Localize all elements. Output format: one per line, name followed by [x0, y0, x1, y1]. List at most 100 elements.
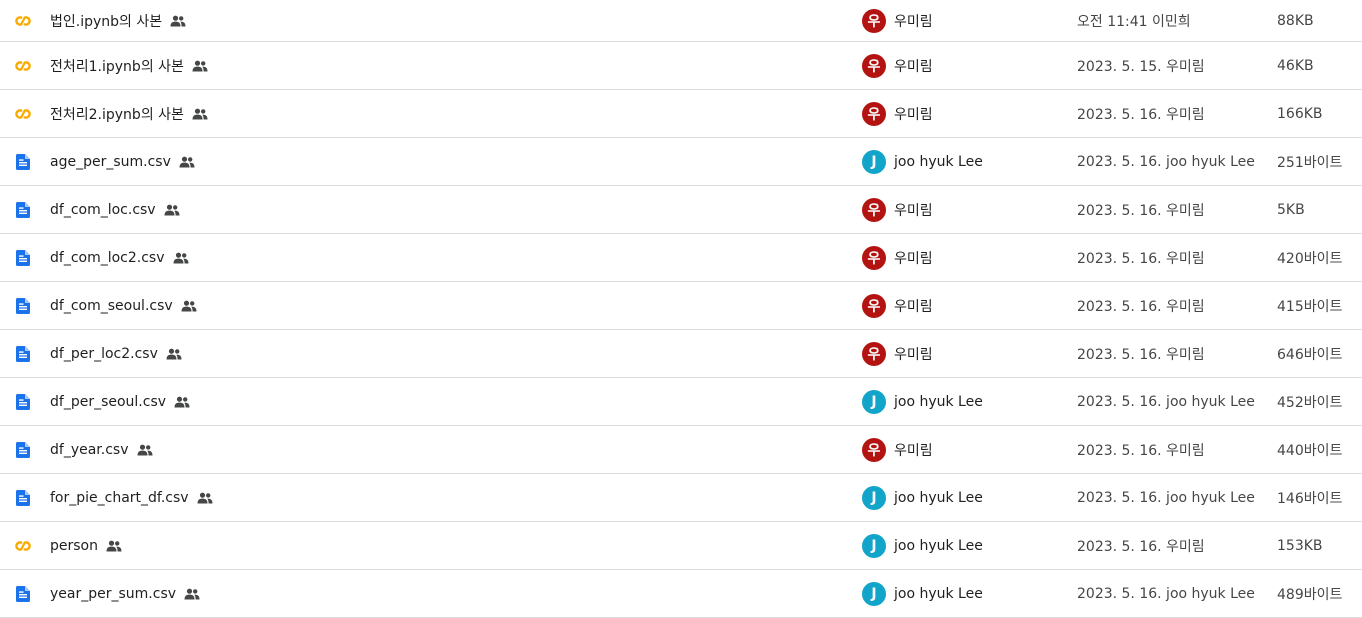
owner-cell: 우 우미림	[862, 53, 933, 78]
file-name[interactable]: 전처리1.ipynb의 사본	[50, 56, 184, 76]
file-row[interactable]: year_per_sum.csv J joo hyuk Lee 2023. 5.…	[0, 570, 1362, 618]
size-text: 153KB	[1277, 537, 1323, 554]
file-row[interactable]: 전처리1.ipynb의 사본 우 우미림 2023. 5. 15. 우미림 46…	[0, 42, 1362, 90]
last-modified: 2023. 5. 16. 우미림	[1077, 248, 1205, 268]
doc-icon	[16, 153, 30, 170]
avatar[interactable]: J	[862, 149, 886, 174]
file-size: 452바이트	[1277, 392, 1342, 412]
file-row[interactable]: df_com_loc2.csv 우 우미림 2023. 5. 16. 우미림 4…	[0, 234, 1362, 282]
file-size: 153KB	[1277, 538, 1323, 554]
file-size: 88KB	[1277, 13, 1314, 29]
file-name-cell: df_per_loc2.csv	[50, 346, 182, 362]
file-type-icon	[12, 297, 34, 314]
file-name[interactable]: df_per_seoul.csv	[50, 394, 166, 410]
file-row[interactable]: for_pie_chart_df.csv J joo hyuk Lee 2023…	[0, 474, 1362, 522]
modified-text: 2023. 5. 16. 우미림	[1077, 538, 1205, 555]
file-size: 5KB	[1277, 202, 1305, 218]
colab-icon	[14, 108, 32, 120]
file-row[interactable]: df_com_seoul.csv 우 우미림 2023. 5. 16. 우미림 …	[0, 282, 1362, 330]
file-row[interactable]: df_com_loc.csv 우 우미림 2023. 5. 16. 우미림 5K…	[0, 186, 1362, 234]
file-size: 440바이트	[1277, 440, 1342, 460]
avatar[interactable]: J	[862, 389, 886, 414]
size-text: 88KB	[1277, 12, 1314, 29]
file-name-cell: 전처리1.ipynb의 사본	[50, 56, 208, 76]
avatar[interactable]: 우	[862, 8, 886, 33]
file-name[interactable]: df_com_seoul.csv	[50, 298, 173, 314]
file-name[interactable]: year_per_sum.csv	[50, 586, 176, 602]
file-row[interactable]: df_year.csv 우 우미림 2023. 5. 16. 우미림 440바이…	[0, 426, 1362, 474]
avatar[interactable]: 우	[862, 341, 886, 366]
avatar[interactable]: 우	[862, 101, 886, 126]
file-name-cell: df_com_seoul.csv	[50, 298, 197, 314]
file-row[interactable]: age_per_sum.csv J joo hyuk Lee 2023. 5. …	[0, 138, 1362, 186]
avatar[interactable]: 우	[862, 197, 886, 222]
file-name[interactable]: age_per_sum.csv	[50, 154, 171, 170]
avatar[interactable]: 우	[862, 437, 886, 462]
people-icon	[192, 108, 208, 120]
file-name[interactable]: person	[50, 538, 98, 554]
file-row[interactable]: 전처리2.ipynb의 사본 우 우미림 2023. 5. 16. 우미림 16…	[0, 90, 1362, 138]
people-icon	[181, 300, 197, 312]
people-icon	[192, 60, 208, 72]
doc-icon	[16, 345, 30, 362]
size-text: 46KB	[1277, 57, 1314, 74]
file-name[interactable]: df_year.csv	[50, 442, 129, 458]
modified-text: 2023. 5. 16. 우미림	[1077, 106, 1205, 123]
owner-name: joo hyuk Lee	[894, 537, 983, 554]
file-name-cell: for_pie_chart_df.csv	[50, 490, 213, 506]
owner-cell: 우 우미림	[862, 245, 933, 270]
file-type-icon	[12, 393, 34, 410]
colab-icon	[14, 60, 32, 72]
avatar[interactable]: J	[862, 485, 886, 510]
owner-name: 우미림	[894, 298, 933, 315]
owner-cell: J joo hyuk Lee	[862, 533, 983, 558]
modified-text: 오전 11:41 이민희	[1077, 13, 1191, 30]
file-list: 법인.ipynb의 사본 우 우미림 오전 11:41 이민희 88KB 전처리…	[0, 0, 1362, 618]
size-text: 440바이트	[1277, 442, 1343, 459]
size-text: 251바이트	[1277, 154, 1343, 171]
avatar[interactable]: J	[862, 581, 886, 606]
file-type-icon	[12, 489, 34, 506]
file-name[interactable]: df_com_loc.csv	[50, 202, 156, 218]
file-size: 146바이트	[1277, 488, 1342, 508]
owner-name: 우미림	[894, 442, 933, 459]
people-icon	[164, 204, 180, 216]
avatar[interactable]: 우	[862, 293, 886, 318]
owner-name: joo hyuk Lee	[894, 393, 983, 410]
file-type-icon	[12, 108, 34, 120]
file-row[interactable]: df_per_seoul.csv J joo hyuk Lee 2023. 5.…	[0, 378, 1362, 426]
doc-icon	[16, 393, 30, 410]
avatar[interactable]: J	[862, 533, 886, 558]
file-name[interactable]: for_pie_chart_df.csv	[50, 490, 189, 506]
owner-cell: 우 우미림	[862, 341, 933, 366]
file-row[interactable]: person J joo hyuk Lee 2023. 5. 16. 우미림 1…	[0, 522, 1362, 570]
file-size: 46KB	[1277, 58, 1314, 74]
file-row[interactable]: 법인.ipynb의 사본 우 우미림 오전 11:41 이민희 88KB	[0, 0, 1362, 42]
last-modified: 2023. 5. 16. 우미림	[1077, 200, 1205, 220]
owner-cell: 우 우미림	[862, 8, 933, 33]
last-modified: 2023. 5. 16. joo hyuk Lee	[1077, 394, 1255, 410]
file-name-cell: year_per_sum.csv	[50, 586, 200, 602]
owner-cell: J joo hyuk Lee	[862, 389, 983, 414]
avatar[interactable]: 우	[862, 53, 886, 78]
owner-cell: 우 우미림	[862, 197, 933, 222]
file-type-icon	[12, 441, 34, 458]
file-size: 166KB	[1277, 106, 1323, 122]
file-type-icon	[12, 585, 34, 602]
owner-name: 우미림	[894, 346, 933, 363]
file-name[interactable]: df_per_loc2.csv	[50, 346, 158, 362]
modified-text: 2023. 5. 16. 우미림	[1077, 346, 1205, 363]
avatar[interactable]: 우	[862, 245, 886, 270]
file-row[interactable]: df_per_loc2.csv 우 우미림 2023. 5. 16. 우미림 6…	[0, 330, 1362, 378]
owner-cell: 우 우미림	[862, 101, 933, 126]
file-name[interactable]: 법인.ipynb의 사본	[50, 11, 162, 31]
last-modified: 2023. 5. 16. joo hyuk Lee	[1077, 490, 1255, 506]
file-name[interactable]: 전처리2.ipynb의 사본	[50, 104, 184, 124]
file-name[interactable]: df_com_loc2.csv	[50, 250, 165, 266]
file-name-cell: 전처리2.ipynb의 사본	[50, 104, 208, 124]
doc-icon	[16, 489, 30, 506]
file-name-cell: age_per_sum.csv	[50, 154, 195, 170]
file-name-cell: df_year.csv	[50, 442, 153, 458]
colab-icon	[14, 540, 32, 552]
file-name-cell: df_com_loc.csv	[50, 202, 180, 218]
